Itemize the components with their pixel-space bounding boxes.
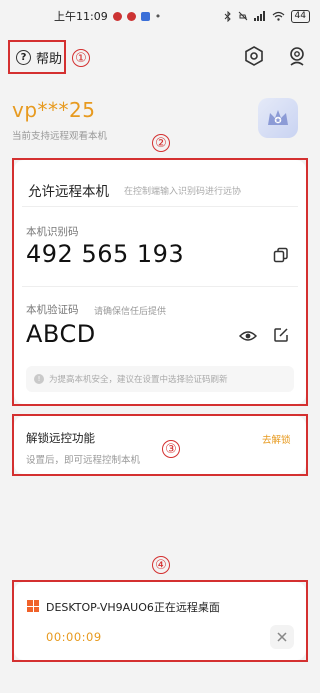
battery-indicator: 44 — [290, 9, 310, 23]
status-right: 44 — [224, 9, 310, 23]
notification-app-icon — [112, 11, 122, 21]
annotation-marker-1: ① — [72, 49, 90, 67]
user-id: vp***25 — [12, 98, 96, 122]
annotation-box-4 — [12, 580, 308, 662]
crown-icon — [268, 110, 288, 125]
bluetooth-icon — [224, 10, 231, 22]
info-icon: ! — [34, 374, 44, 384]
divider — [22, 206, 298, 207]
unlock-subtitle: 设置后，即可远程控制本机 — [26, 455, 141, 466]
eye-icon[interactable] — [239, 329, 257, 343]
annotation-marker-4: ④ — [152, 556, 170, 574]
allow-remote-title: 允许远程本机 — [28, 184, 109, 200]
verify-code-label: 本机验证码 — [26, 304, 79, 316]
question-icon: ? — [16, 49, 31, 65]
security-tip-text: 为提高本机安全，建议在设置中选择验证码刷新 — [49, 375, 228, 385]
edit-icon[interactable] — [273, 327, 289, 343]
copy-icon[interactable] — [273, 247, 289, 263]
session-device-name: DESKTOP-VH9AUO6正在远程桌面 — [46, 601, 220, 614]
notification-app-icon — [126, 11, 136, 21]
unlock-button[interactable]: 去解锁 — [262, 432, 291, 446]
verify-code: ABCD — [26, 320, 96, 348]
member-badge[interactable] — [258, 98, 298, 138]
user-subtitle: 当前支持远程观看本机 — [12, 131, 108, 142]
divider — [22, 286, 298, 287]
allow-remote-hint: 在控制端输入识别码进行远协 — [124, 187, 242, 197]
close-session-button[interactable] — [270, 625, 294, 649]
help-label: 帮助 — [36, 51, 63, 67]
status-left: 上午11:09 • — [54, 8, 162, 24]
device-code: 492 565 193 — [26, 240, 185, 268]
profile-icon[interactable] — [286, 45, 308, 67]
device-code-label: 本机识别码 — [26, 226, 79, 238]
help-button[interactable]: ? 帮助 — [8, 40, 66, 74]
session-timer: 00:00:09 — [46, 630, 102, 644]
signal-icon — [253, 11, 265, 21]
status-time: 上午11:09 — [54, 10, 108, 23]
wifi-icon — [272, 11, 284, 21]
close-icon — [277, 632, 287, 642]
security-tip: ! 为提高本机安全，建议在设置中选择验证码刷新 — [26, 366, 294, 392]
status-bar: 上午11:09 • 44 — [0, 0, 320, 32]
notification-app-icon — [140, 11, 150, 21]
mute-icon — [238, 11, 247, 21]
annotation-marker-3: ③ — [162, 440, 180, 458]
status-more-dot: • — [154, 9, 163, 23]
windows-icon — [27, 600, 39, 612]
unlock-title: 解锁远控功能 — [26, 431, 95, 445]
annotation-marker-2: ② — [152, 134, 170, 152]
settings-icon[interactable] — [243, 45, 265, 67]
verify-code-hint: 请确保信任后提供 — [94, 307, 167, 317]
